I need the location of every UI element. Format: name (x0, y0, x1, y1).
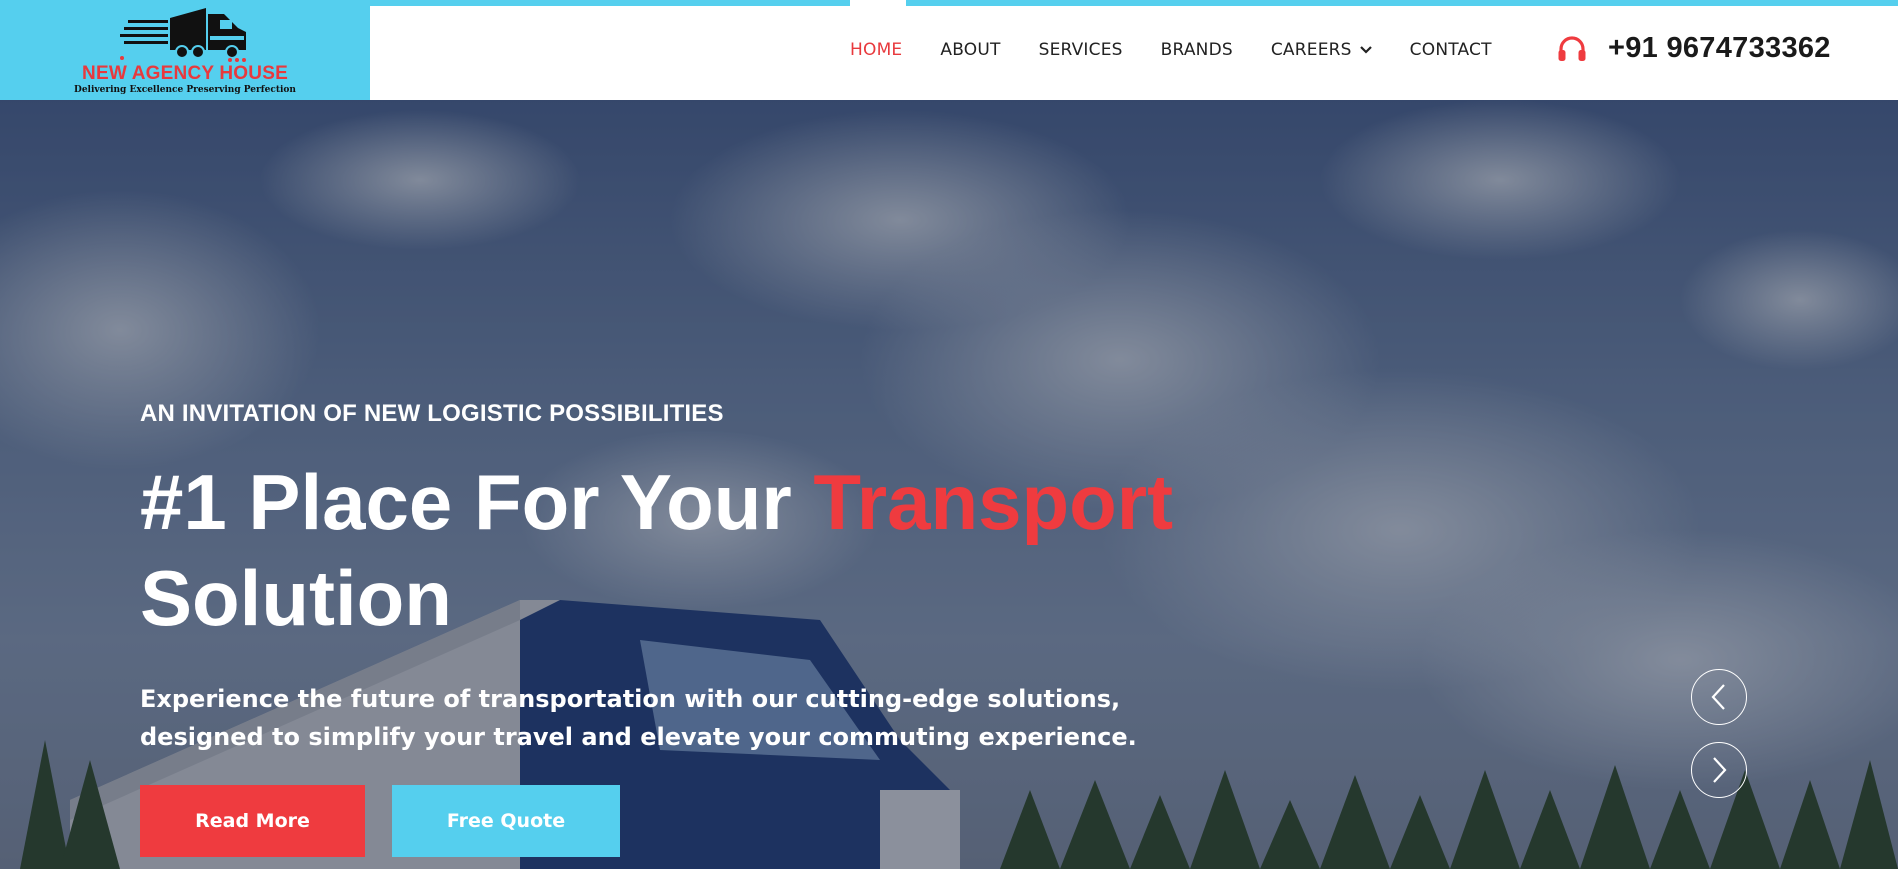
hero-buttons: Read More Free Quote (140, 785, 620, 857)
phone-number: +91 9674733362 (1608, 32, 1831, 64)
slider-next-button[interactable] (1691, 742, 1747, 798)
hero-headline-accent: Transport (813, 458, 1174, 546)
nav-item-careers-label: CAREERS (1270, 40, 1352, 60)
hero-headline-part1: #1 Place For Your (140, 458, 792, 546)
main-nav: HOME ABOUT SERVICES BRANDS CAREERS CONTA… (850, 0, 1530, 100)
slider-prev-button[interactable] (1691, 669, 1747, 725)
headset-icon (1558, 35, 1586, 61)
site-logo[interactable]: NEW AGENCY HOUSE Delivering Excellence P… (0, 0, 370, 100)
chevron-down-icon (1359, 46, 1372, 54)
header-phone[interactable]: +91 9674733362 (1556, 32, 1831, 65)
nav-item-home[interactable]: HOME (850, 40, 902, 60)
nav-item-careers[interactable]: CAREERS (1271, 40, 1372, 60)
chevron-left-icon (1711, 684, 1725, 710)
nav-item-contact[interactable]: CONTACT (1410, 40, 1492, 60)
hero-headline-part2: Solution (140, 554, 452, 642)
brand-tagline: Delivering Excellence Preserving Perfect… (74, 85, 296, 95)
free-quote-button[interactable]: Free Quote (392, 785, 620, 857)
nav-item-about[interactable]: ABOUT (940, 40, 1000, 60)
chevron-right-icon (1713, 757, 1727, 783)
site-header: NEW AGENCY HOUSE Delivering Excellence P… (0, 0, 1898, 100)
truck-logo-icon (120, 8, 246, 62)
nav-item-brands[interactable]: BRANDS (1161, 40, 1233, 60)
hero-headline: #1 Place For Your Transport Solution (140, 454, 1240, 646)
hero-slider: AN INVITATION OF NEW LOGISTIC POSSIBILIT… (0, 100, 1898, 869)
hero-content: AN INVITATION OF NEW LOGISTIC POSSIBILIT… (140, 400, 1240, 756)
header-accent-bar (370, 0, 850, 6)
nav-item-services[interactable]: SERVICES (1039, 40, 1123, 60)
hero-eyebrow: AN INVITATION OF NEW LOGISTIC POSSIBILIT… (140, 400, 724, 427)
brand-name: NEW AGENCY HOUSE (82, 63, 288, 84)
read-more-button[interactable]: Read More (140, 785, 365, 857)
hero-description: Experience the future of transportation … (140, 685, 1137, 751)
